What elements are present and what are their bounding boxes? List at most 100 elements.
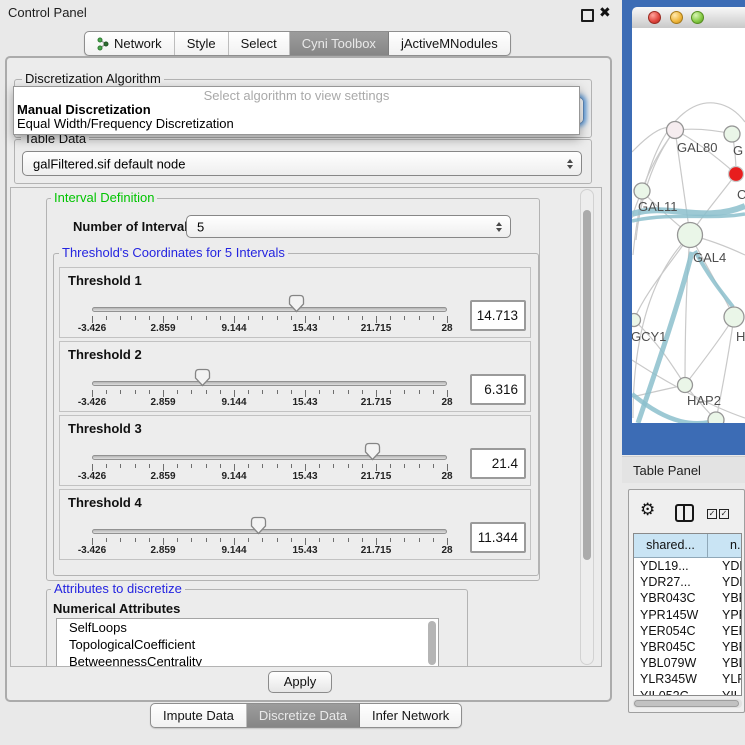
tick-mark: [206, 316, 207, 320]
tick-mark: [206, 538, 207, 542]
slider-track[interactable]: [92, 455, 447, 460]
threshold-value-field[interactable]: 21.4: [470, 448, 526, 479]
network-window-titlebar[interactable]: [632, 7, 745, 29]
table-row[interactable]: YLR345WYLR3: [634, 671, 741, 687]
slider-track[interactable]: [92, 381, 447, 386]
minimize-traffic-light[interactable]: [670, 11, 683, 24]
table-row[interactable]: YBL079WYBL0: [634, 655, 741, 671]
settings-scrollbar-thumb[interactable]: [583, 210, 591, 560]
table-row[interactable]: YBR043CYBR0: [634, 590, 741, 606]
settings-scrollbar-track[interactable]: [580, 189, 594, 665]
network-edge[interactable]: [685, 317, 734, 385]
split-view-icon[interactable]: [675, 504, 694, 522]
table-row[interactable]: YBR045CYBR0: [634, 639, 741, 655]
tab-network[interactable]: Network: [85, 32, 175, 55]
table-row[interactable]: YPR145WYPR1: [634, 607, 741, 623]
attribute-item-topologicalcoefficient[interactable]: TopologicalCoefficient: [57, 636, 438, 653]
network-node-gcy1[interactable]: [632, 314, 641, 327]
numerical-attributes-list[interactable]: SelfLoopsTopologicalCoefficientBetweenne…: [56, 618, 439, 667]
network-edge[interactable]: [642, 130, 675, 191]
table-hscrollbar-thumb[interactable]: [634, 700, 739, 707]
network-node-gal4[interactable]: [678, 223, 703, 248]
tick-mark: [234, 390, 235, 397]
table-cell: YLR345W: [634, 671, 714, 687]
network-canvas[interactable]: GAL80GCGAL11GAL4GCY1HHAP2: [632, 28, 745, 423]
tab-cyni-toolbox[interactable]: Cyni Toolbox: [290, 32, 389, 55]
tab-label: Cyni Toolbox: [302, 36, 376, 51]
tick-mark: [206, 390, 207, 394]
tick-mark: [262, 316, 263, 320]
tick-mark: [191, 538, 192, 542]
algorithm-option-equal-width[interactable]: Equal Width/Frequency Discretization: [14, 117, 579, 131]
tab-jactivemnodules[interactable]: jActiveMNodules: [389, 32, 510, 55]
tick-label: 15.43: [283, 471, 327, 482]
tab-discretize-data[interactable]: Discretize Data: [247, 704, 360, 727]
control-panel-title: Control Panel: [8, 5, 87, 20]
tab-style[interactable]: Style: [175, 32, 229, 55]
tick-mark: [305, 316, 306, 323]
zoom-traffic-light[interactable]: [691, 11, 704, 24]
attribute-item-betweennesscentrality[interactable]: BetweennessCentrality: [57, 653, 438, 667]
tick-label: 15.43: [283, 397, 327, 408]
tick-mark: [163, 390, 164, 397]
network-icon: [97, 37, 109, 51]
close-icon[interactable]: ✖: [599, 4, 611, 21]
discretization-algorithm-group-title: Discretization Algorithm: [22, 72, 164, 85]
tick-mark: [305, 390, 306, 397]
table-row[interactable]: YIL052CYIL0: [634, 688, 741, 697]
slider-track[interactable]: [92, 529, 447, 534]
table-row[interactable]: YER054CYER0: [634, 623, 741, 639]
tick-mark: [92, 390, 93, 397]
table-data-combobox[interactable]: galFiltered.sif default node: [22, 151, 582, 176]
slider-thumb[interactable]: [288, 294, 305, 313]
number-of-intervals-value: 5: [197, 219, 204, 234]
tab-infer-network[interactable]: Infer Network: [360, 704, 461, 727]
apply-button[interactable]: Apply: [268, 671, 332, 693]
slider-thumb[interactable]: [364, 442, 381, 461]
tab-impute-data[interactable]: Impute Data: [151, 704, 247, 727]
tick-mark: [177, 538, 178, 542]
network-node-gal11[interactable]: [634, 183, 650, 199]
network-node-gal80[interactable]: [667, 122, 684, 139]
tick-mark: [291, 464, 292, 468]
threshold-value-field[interactable]: 14.713: [470, 300, 526, 331]
table-row[interactable]: YDL19...YDL1: [634, 558, 741, 574]
slider-track[interactable]: [92, 307, 447, 312]
column-header-shared[interactable]: shared...: [634, 534, 708, 557]
tab-select[interactable]: Select: [229, 32, 290, 55]
network-node-node-right-mid[interactable]: [724, 307, 744, 327]
checkbox-icon[interactable]: ✓: [707, 509, 717, 519]
tick-mark: [433, 538, 434, 542]
table-cell: YBL0: [714, 655, 741, 671]
table-cell: YDR27...: [634, 574, 714, 590]
tab-label: Network: [114, 36, 162, 51]
attribute-item-selfloops[interactable]: SelfLoops: [57, 619, 438, 636]
table-panel-title: Table Panel: [633, 463, 701, 478]
gear-icon[interactable]: ⚙: [640, 501, 655, 518]
algorithm-option-manual[interactable]: Manual Discretization: [14, 103, 579, 117]
tick-label: 21.715: [354, 323, 398, 334]
tick-mark: [163, 538, 164, 545]
network-edge[interactable]: [634, 235, 690, 320]
table-row[interactable]: YDR27...YDR2: [634, 574, 741, 590]
threshold-value-field[interactable]: 6.316: [470, 374, 526, 405]
column-header-name[interactable]: n...: [708, 534, 741, 557]
network-node-hap2[interactable]: [678, 378, 693, 393]
network-node-node-bottom[interactable]: [708, 412, 724, 423]
close-traffic-light[interactable]: [648, 11, 661, 24]
network-edge-highlighted[interactable]: [632, 214, 745, 221]
tick-mark: [106, 538, 107, 542]
tick-mark: [390, 316, 391, 320]
table-hscrollbar-track[interactable]: [633, 699, 742, 708]
list-scrollbar[interactable]: [428, 621, 436, 665]
number-of-intervals-spinner[interactable]: 5: [186, 215, 511, 238]
checkbox-icon[interactable]: ✓: [719, 509, 729, 519]
slider-thumb[interactable]: [250, 516, 267, 535]
network-node-node-red[interactable]: [729, 167, 744, 182]
slider-thumb[interactable]: [194, 368, 211, 387]
network-node-node-top-right[interactable]: [724, 126, 740, 142]
float-window-icon[interactable]: [581, 9, 594, 22]
tick-label: 9.144: [212, 397, 256, 408]
threshold-value-field[interactable]: 11.344: [470, 522, 526, 553]
tick-mark: [447, 538, 448, 545]
